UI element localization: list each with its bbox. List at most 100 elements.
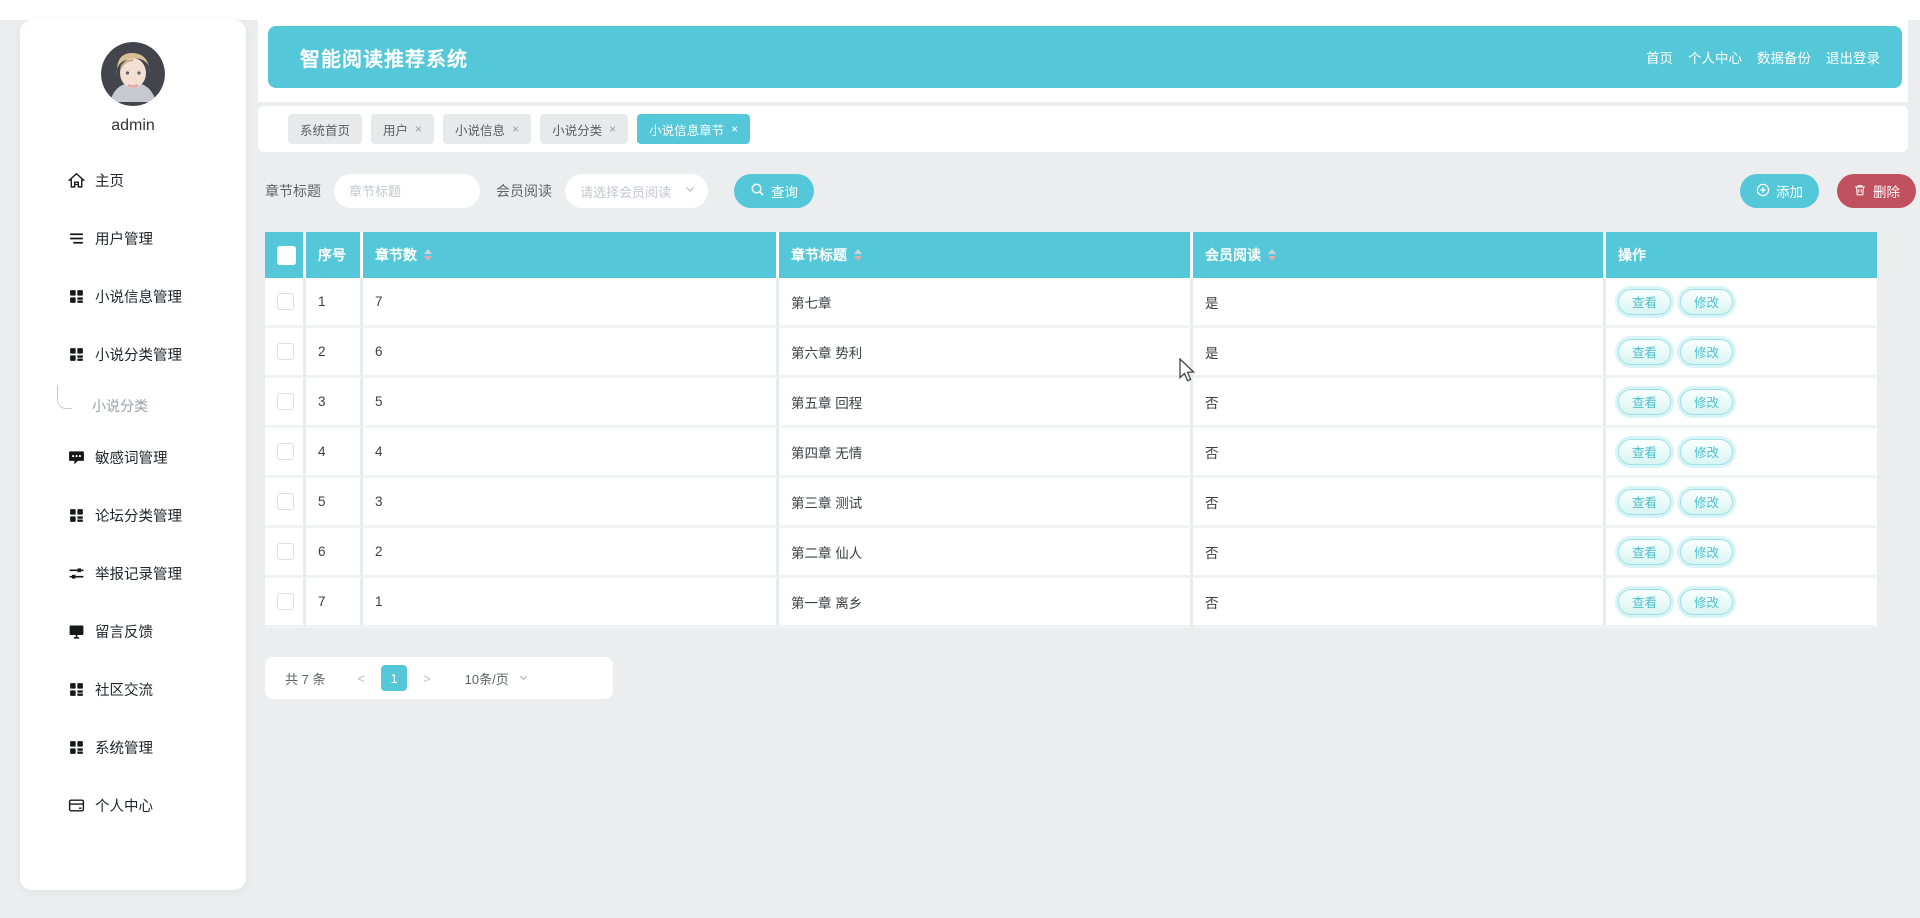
sidebar-item-user-management[interactable]: 用户管理 <box>20 209 246 267</box>
sidebar-item-forum-category-management[interactable]: 论坛分类管理 <box>20 486 246 544</box>
nav-personal-center[interactable]: 个人中心 <box>1688 47 1742 67</box>
edit-button[interactable]: 修改 <box>1680 288 1734 315</box>
view-button[interactable]: 查看 <box>1618 538 1672 565</box>
edit-button[interactable]: 修改 <box>1680 538 1734 565</box>
sort-caret-icon[interactable] <box>424 249 432 261</box>
grid-icon <box>68 507 85 524</box>
page-size-select[interactable]: 10条/页 <box>465 669 529 688</box>
sidebar-item-label: 敏感词管理 <box>95 450 168 467</box>
view-button[interactable]: 查看 <box>1618 388 1672 415</box>
row-checkbox[interactable] <box>277 493 294 510</box>
close-icon[interactable]: × <box>415 123 422 135</box>
nav-logout[interactable]: 退出登录 <box>1826 47 1880 67</box>
grid-icon <box>68 739 85 756</box>
grid-icon <box>68 288 85 305</box>
sidebar-item-sensitive-word-management[interactable]: 敏感词管理 <box>20 428 246 486</box>
sidebar-item-home[interactable]: 主页 <box>20 151 246 209</box>
sidebar-item-report-record-management[interactable]: 举报记录管理 <box>20 544 246 602</box>
row-checkbox[interactable] <box>277 343 294 360</box>
nav-data-backup[interactable]: 数据备份 <box>1757 47 1811 67</box>
header-cell-select-all <box>265 232 306 278</box>
edit-button[interactable]: 修改 <box>1680 438 1734 465</box>
row-checkbox[interactable] <box>277 393 294 410</box>
chapter-title-label: 章节标题 <box>265 183 321 199</box>
row-checkbox[interactable] <box>277 443 294 460</box>
sidebar-item-novel-category[interactable]: 小说分类 <box>20 383 246 428</box>
chapter-title-input[interactable] <box>334 174 480 208</box>
grid-icon <box>68 681 85 698</box>
delete-button[interactable]: 删除 <box>1837 174 1916 208</box>
sidebar-item-label: 系统管理 <box>95 740 153 757</box>
close-icon[interactable]: × <box>731 123 738 135</box>
edit-button[interactable]: 修改 <box>1680 488 1734 515</box>
add-button[interactable]: 添加 <box>1740 174 1819 208</box>
cell-no: 3 <box>306 378 363 428</box>
row-checkbox[interactable] <box>277 543 294 560</box>
sliders-icon <box>68 565 85 582</box>
cell-ops: 查看 修改 <box>1606 578 1877 628</box>
tab-novel-info[interactable]: 小说信息 × <box>443 114 532 144</box>
user-avatar <box>101 42 165 106</box>
view-button[interactable]: 查看 <box>1618 338 1672 365</box>
close-icon[interactable]: × <box>512 123 519 135</box>
cell-select <box>265 528 306 578</box>
sidebar-item-system-management[interactable]: 系统管理 <box>20 718 246 776</box>
member-read-select[interactable]: 请选择会员阅读 <box>565 174 708 208</box>
cell-member: 是 <box>1193 278 1606 328</box>
sidebar-item-message-feedback[interactable]: 留言反馈 <box>20 602 246 660</box>
nav-home[interactable]: 首页 <box>1646 47 1673 67</box>
view-button[interactable]: 查看 <box>1618 438 1672 465</box>
tab-system-home[interactable]: 系统首页 <box>288 114 363 144</box>
member-read-placeholder: 请选择会员阅读 <box>580 184 672 200</box>
list-icon <box>68 230 85 247</box>
header-cell-member[interactable]: 会员阅读 <box>1193 232 1606 278</box>
header-cell-count[interactable]: 章节数 <box>363 232 779 278</box>
search-button[interactable]: 查询 <box>734 174 814 208</box>
column-label: 会员阅读 <box>1205 247 1261 263</box>
cell-ops: 查看 修改 <box>1606 528 1877 578</box>
sidebar-item-personal-center[interactable]: 个人中心 <box>20 776 246 834</box>
cell-member: 否 <box>1193 378 1606 428</box>
edit-button[interactable]: 修改 <box>1680 338 1734 365</box>
row-checkbox[interactable] <box>277 293 294 310</box>
cell-select <box>265 328 306 378</box>
sidebar-item-label: 主页 <box>95 173 124 190</box>
table-row: 2 6 第六章 势利是查看 修改 <box>265 328 1877 378</box>
view-button[interactable]: 查看 <box>1618 488 1672 515</box>
sidebar-item-community-exchange[interactable]: 社区交流 <box>20 660 246 718</box>
monitor-icon <box>68 623 85 640</box>
sort-caret-icon[interactable] <box>1268 249 1276 261</box>
prev-page-button[interactable]: < <box>347 671 375 686</box>
cell-count: 6 <box>363 328 779 378</box>
sidebar-menu: 主页用户管理 小说信息管理小说分类管理小说分类敏感词管理论坛分类管理 举报记录管理留… <box>20 151 246 834</box>
row-checkbox[interactable] <box>277 593 294 610</box>
tab-label: 小说信息 <box>455 123 506 138</box>
sidebar-item-novel-info-management[interactable]: 小说信息管理 <box>20 267 246 325</box>
table-row: 4 4 第四章 无情否查看 修改 <box>265 428 1877 478</box>
sort-caret-icon[interactable] <box>854 249 862 261</box>
cell-member: 否 <box>1193 528 1606 578</box>
tab-novel-info-chapter[interactable]: 小说信息章节 × <box>637 114 751 144</box>
page-number-button[interactable]: 1 <box>381 665 408 691</box>
sidebar-profile: admin <box>20 42 246 135</box>
cell-no: 5 <box>306 478 363 528</box>
cell-title: 第七章 <box>779 278 1193 328</box>
close-icon[interactable]: × <box>609 123 616 135</box>
header-cell-title[interactable]: 章节标题 <box>779 232 1193 278</box>
username: admin <box>111 117 155 134</box>
column-label: 章节数 <box>375 247 417 263</box>
tree-connector <box>57 385 72 409</box>
view-button[interactable]: 查看 <box>1618 588 1672 615</box>
view-button[interactable]: 查看 <box>1618 288 1672 315</box>
select-all-checkbox[interactable] <box>277 245 296 265</box>
sidebar-item-label: 小说分类管理 <box>95 347 182 364</box>
app-header: 智能阅读推荐系统 首页 个人中心 数据备份 退出登录 <box>268 26 1902 88</box>
tab-novel-category[interactable]: 小说分类 × <box>540 114 629 144</box>
edit-button[interactable]: 修改 <box>1680 388 1734 415</box>
next-page-button[interactable]: > <box>413 671 441 686</box>
table-row: 7 1 第一章 离乡否查看 修改 <box>265 578 1877 628</box>
tab-user[interactable]: 用户 × <box>371 114 435 144</box>
sidebar-item-novel-category-management[interactable]: 小说分类管理 <box>20 325 246 383</box>
chevron-down-icon <box>518 671 529 686</box>
edit-button[interactable]: 修改 <box>1680 588 1734 615</box>
